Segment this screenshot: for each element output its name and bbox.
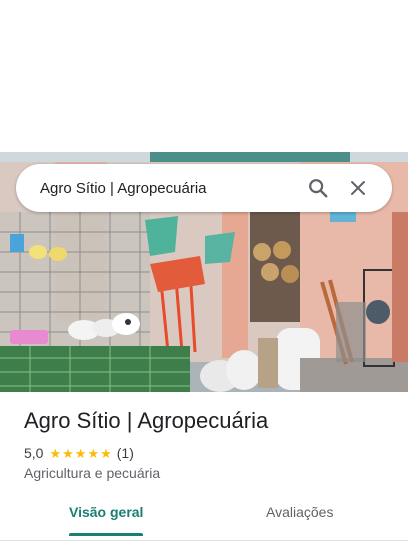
star-icon: ★ xyxy=(100,445,112,461)
place-tabs: Visão geral Avaliações xyxy=(0,496,408,536)
star-icon: ★ xyxy=(49,445,62,461)
active-tab-indicator xyxy=(69,533,143,536)
star-icon: ★ xyxy=(87,445,100,461)
map-blank-area xyxy=(0,0,408,152)
rating-value: 5,0 xyxy=(24,445,44,461)
star-icon: ★ xyxy=(62,445,74,461)
tab-reviews[interactable]: Avaliações xyxy=(266,504,333,536)
place-category: Agricultura e pecuária xyxy=(24,465,161,481)
search-bar[interactable]: Agro Sítio | Agropecuária xyxy=(16,164,392,212)
place-title: Agro Sítio | Agropecuária xyxy=(24,408,269,433)
search-input[interactable]: Agro Sítio | Agropecuária xyxy=(40,180,298,197)
review-count[interactable]: (1) xyxy=(117,445,134,461)
rating-row[interactable]: 5,0 ★ ★ ★ ★ ★ (1) xyxy=(24,444,134,462)
search-icon[interactable] xyxy=(298,168,338,208)
star-rating: ★ ★ ★ ★ ★ xyxy=(49,447,112,460)
close-icon[interactable] xyxy=(338,168,378,208)
tab-overview[interactable]: Visão geral xyxy=(69,504,143,536)
star-icon: ★ xyxy=(74,445,87,461)
tabs-divider xyxy=(0,540,408,541)
